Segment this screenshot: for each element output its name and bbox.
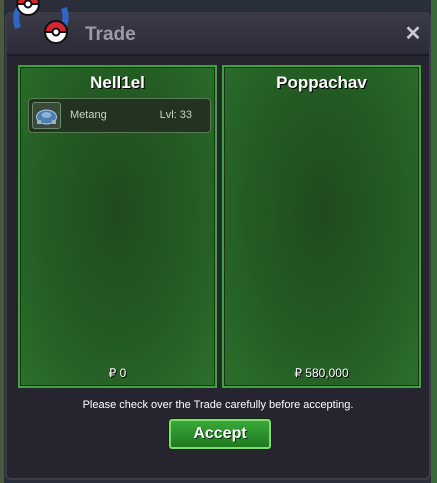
player-name-right: Poppachav: [276, 73, 367, 92]
money-left: ₽ 0: [108, 366, 127, 380]
accept-button[interactable]: Accept: [169, 419, 271, 449]
trade-notice: Please check over the Trade carefully be…: [82, 399, 354, 411]
player-name-left: Nell1el: [90, 73, 145, 92]
trade-window: Trade ✕ Nell1el Metang Lvl: 33 ₽ 0 Poppa…: [5, 12, 431, 480]
offer-panel-left: Nell1el Metang Lvl: 33 ₽ 0: [18, 65, 217, 388]
item-level: Lvl: 33: [159, 109, 192, 121]
trade-item[interactable]: Metang Lvl: 33: [28, 98, 211, 133]
offer-panel-right: Poppachav ₽ 580,000: [222, 65, 421, 388]
close-icon[interactable]: ✕: [403, 24, 423, 44]
item-name: Metang: [70, 109, 107, 121]
pokeball-trade-icon: [13, 0, 69, 44]
metang-icon: [32, 102, 61, 129]
window-title: Trade: [85, 24, 136, 45]
money-right: ₽ 580,000: [294, 366, 349, 380]
